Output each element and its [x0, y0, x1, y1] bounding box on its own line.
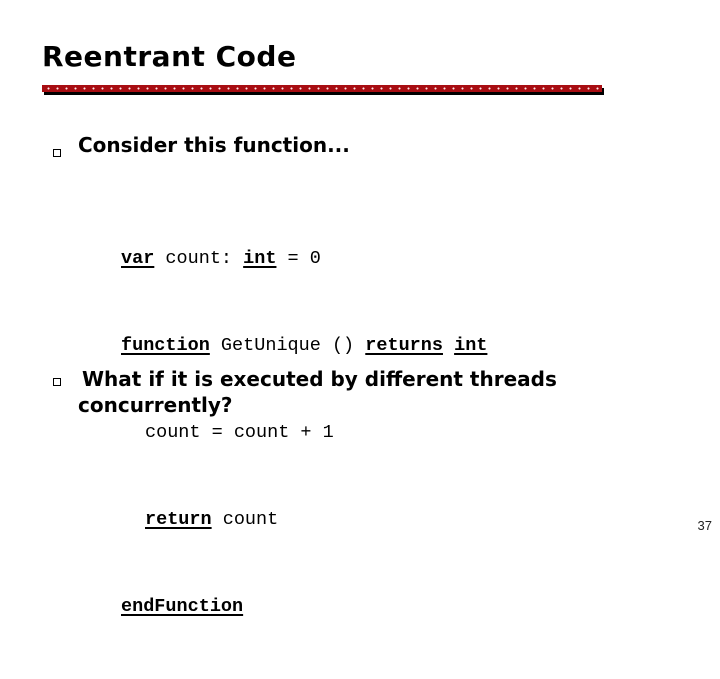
square-bullet-icon: [53, 378, 61, 386]
code-line-3: count = count + 1: [121, 418, 487, 447]
bullet-1-text: Consider this function...: [78, 133, 350, 157]
title-divider: [42, 85, 602, 92]
square-bullet-icon: [53, 149, 61, 157]
bullet-2-text-line-1: What if it is executed by different thre…: [82, 367, 557, 391]
code-keyword: return: [145, 509, 212, 530]
code-line-2: function GetUnique () returns int: [121, 331, 487, 360]
code-keyword: function: [121, 335, 210, 356]
slide-title: Reentrant Code: [42, 40, 297, 73]
code-keyword: int: [243, 248, 277, 269]
code-text: count:: [154, 248, 244, 269]
code-text: count = count + 1: [145, 422, 334, 443]
code-text: GetUnique (): [209, 335, 366, 356]
code-text: = 0: [276, 248, 321, 269]
code-text: count: [211, 509, 279, 530]
code-line-4: return count: [121, 505, 487, 534]
code-keyword: var: [121, 248, 155, 269]
code-line-5: endFunction: [121, 592, 487, 621]
code-keyword: returns: [365, 335, 443, 356]
bullet-2-text-line-2: concurrently?: [78, 393, 233, 417]
code-block: var count: int = 0 function GetUnique ()…: [121, 186, 487, 679]
page-number: 37: [697, 518, 712, 533]
code-keyword: int: [454, 335, 488, 356]
code-keyword: endFunction: [121, 596, 244, 617]
code-line-1: var count: int = 0: [121, 244, 487, 273]
